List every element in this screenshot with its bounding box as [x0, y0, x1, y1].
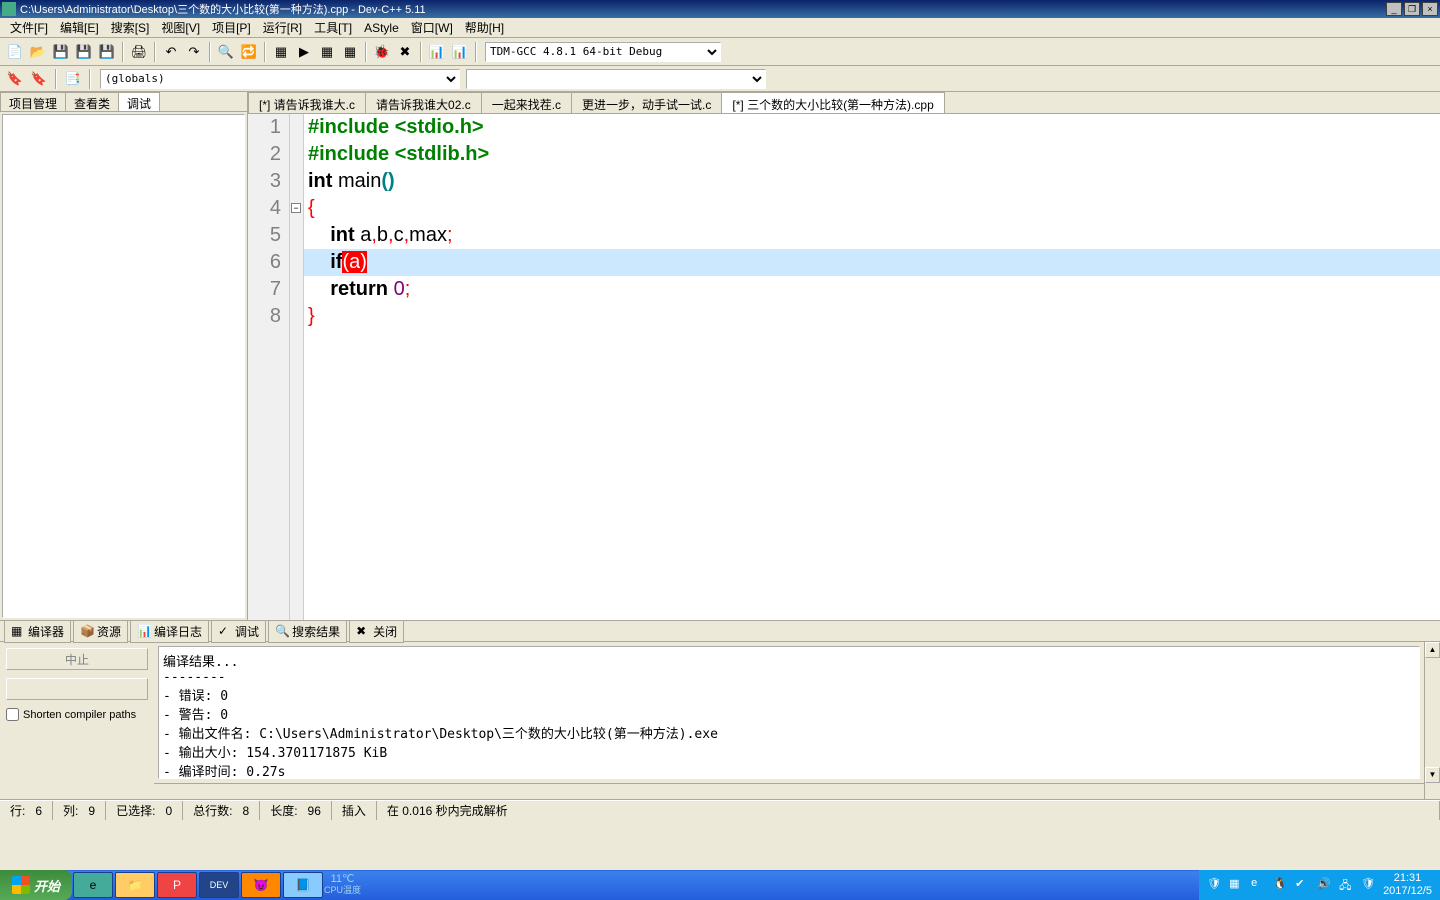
code-content[interactable]: #include <stdio.h>#include <stdlib.h>int… — [304, 114, 1440, 620]
status-bar: 行: 6 列: 9 已选择: 0 总行数: 8 长度: 96 插入 在 0.01… — [0, 800, 1440, 820]
new-file-icon[interactable]: 📄 — [4, 41, 26, 63]
left-panel-body — [2, 114, 245, 618]
maximize-button[interactable]: ❐ — [1404, 2, 1420, 16]
menu-编辑[E][interactable]: 编辑[E] — [54, 17, 105, 38]
task-devcpp[interactable]: DEV — [199, 872, 239, 898]
replace-icon[interactable]: 🔁 — [238, 41, 260, 63]
task-ie[interactable]: e — [73, 872, 113, 898]
vertical-scrollbar[interactable]: ▲ ▼ — [1424, 642, 1440, 799]
tray-shield-icon[interactable]: 🛡 — [1361, 877, 1377, 893]
menu-工具[T][interactable]: 工具[T] — [308, 17, 358, 38]
save-icon[interactable]: 💾 — [50, 41, 72, 63]
windows-logo-icon — [12, 876, 30, 894]
tray-safe-icon[interactable]: ✔ — [1295, 877, 1311, 893]
clock[interactable]: 21:312017/12/5 — [1383, 872, 1432, 898]
bottom-tabs: ▦编译器📦资源📊编译日志✓调试🔍搜索结果✖关闭 — [0, 620, 1440, 642]
bottom-tab-3[interactable]: ✓调试 — [211, 620, 266, 643]
bottom-tab-4[interactable]: 🔍搜索结果 — [268, 620, 347, 643]
save-as-icon[interactable]: 💾 — [96, 41, 118, 63]
compile-panel: 中止 Shorten compiler paths 编译结果... ------… — [0, 642, 1440, 800]
fold-toggle[interactable]: − — [291, 203, 301, 213]
menu-项目[P][interactable]: 项目[P] — [206, 17, 257, 38]
file-tab-0[interactable]: [*] 请告诉我谁大.c — [248, 92, 366, 113]
bottom-tab-5[interactable]: ✖关闭 — [349, 620, 404, 643]
start-button[interactable]: 开始 — [0, 870, 72, 900]
run-icon[interactable]: ▶ — [293, 41, 315, 63]
tray-qq-icon[interactable]: 🐧 — [1273, 877, 1289, 893]
undo-icon[interactable]: ↶ — [160, 41, 182, 63]
rebuild-icon[interactable]: ▦ — [339, 41, 361, 63]
bottom-tab-2[interactable]: 📊编译日志 — [130, 620, 209, 643]
horizontal-scrollbar[interactable] — [154, 783, 1424, 799]
toggle-bookmark-icon[interactable]: 🔖 — [28, 68, 50, 90]
tray-network-icon[interactable]: 🖧 — [1339, 877, 1355, 893]
tray-ie-icon[interactable]: e — [1251, 877, 1267, 893]
menu-窗口[W][interactable]: 窗口[W] — [405, 17, 459, 38]
tray-volume-icon[interactable]: 🔊 — [1317, 877, 1333, 893]
delete-profile-icon[interactable]: 📊 — [449, 41, 471, 63]
print-icon[interactable]: 🖨 — [128, 41, 150, 63]
cpu-temp: 11℃CPU温度 — [324, 874, 361, 896]
file-tabs: [*] 请告诉我谁大.c请告诉我谁大02.c一起来找茬.c更进一步，动手试一试.… — [248, 92, 1440, 114]
title-bar: C:\Users\Administrator\Desktop\三个数的大小比较(… — [0, 0, 1440, 18]
goto-bookmark-icon[interactable]: 🔖 — [4, 68, 26, 90]
tray-grid-icon[interactable]: ▦ — [1229, 877, 1245, 893]
tray-security-icon[interactable]: 🛡 — [1207, 877, 1223, 893]
menu-搜索[S][interactable]: 搜索[S] — [105, 17, 156, 38]
file-tab-3[interactable]: 更进一步，动手试一试.c — [571, 92, 722, 113]
task-app2[interactable]: 📘 — [283, 872, 323, 898]
menu-bar: 文件[F]编辑[E]搜索[S]视图[V]项目[P]运行[R]工具[T]AStyl… — [0, 18, 1440, 38]
stop-icon[interactable]: ✖ — [394, 41, 416, 63]
compile-run-icon[interactable]: ▦ — [316, 41, 338, 63]
menu-帮助[H][interactable]: 帮助[H] — [459, 17, 510, 38]
toolbar-main: 📄 📂 💾 💾 💾 🖨 ↶ ↷ 🔍 🔁 ▦ ▶ ▦ ▦ 🐞 ✖ 📊 📊 TDM-… — [0, 38, 1440, 66]
toolbar-secondary: 🔖 🔖 📑 (globals) — [0, 66, 1440, 92]
code-editor[interactable]: 12345678 − #include <stdio.h>#include <s… — [248, 114, 1440, 620]
abort-button[interactable]: 中止 — [6, 648, 148, 670]
goto-line-icon[interactable]: 📑 — [62, 68, 84, 90]
bottom-tab-0[interactable]: ▦编译器 — [4, 620, 71, 643]
left-panel: 项目管理查看类调试 — [0, 92, 248, 620]
line-gutter: 12345678 — [248, 114, 290, 620]
left-tab-2[interactable]: 调试 — [118, 92, 160, 111]
fold-column: − — [290, 114, 304, 620]
file-tab-4[interactable]: [*] 三个数的大小比较(第一种方法).cpp — [721, 92, 944, 113]
task-app1[interactable]: 😈 — [241, 872, 281, 898]
globals-select[interactable]: (globals) — [100, 69, 460, 89]
bottom-tab-1[interactable]: 📦资源 — [73, 620, 128, 643]
function-select[interactable] — [466, 69, 766, 89]
left-panel-tabs: 项目管理查看类调试 — [0, 92, 247, 112]
close-button[interactable]: × — [1422, 2, 1438, 16]
file-tab-1[interactable]: 请告诉我谁大02.c — [365, 92, 482, 113]
app-icon — [2, 2, 16, 16]
compile-output[interactable]: 编译结果... -------- - 错误: 0 - 警告: 0 - 输出文件名… — [158, 646, 1420, 779]
abort-button-2[interactable] — [6, 678, 148, 700]
profile-icon[interactable]: 📊 — [426, 41, 448, 63]
open-icon[interactable]: 📂 — [27, 41, 49, 63]
taskbar: 开始 e 📁 P DEV 😈 📘 11℃CPU温度 🛡 ▦ e 🐧 ✔ 🔊 🖧 … — [0, 870, 1440, 900]
file-tab-2[interactable]: 一起来找茬.c — [481, 92, 572, 113]
task-explorer[interactable]: 📁 — [115, 872, 155, 898]
shorten-paths-checkbox[interactable]: Shorten compiler paths — [6, 708, 148, 721]
task-wps[interactable]: P — [157, 872, 197, 898]
menu-视图[V][interactable]: 视图[V] — [155, 17, 206, 38]
redo-icon[interactable]: ↷ — [183, 41, 205, 63]
left-tab-0[interactable]: 项目管理 — [0, 92, 66, 111]
left-tab-1[interactable]: 查看类 — [65, 92, 119, 111]
menu-AStyle[interactable]: AStyle — [358, 19, 405, 37]
menu-运行[R][interactable]: 运行[R] — [257, 17, 308, 38]
window-title: C:\Users\Administrator\Desktop\三个数的大小比较(… — [20, 1, 426, 17]
debug-icon[interactable]: 🐞 — [371, 41, 393, 63]
minimize-button[interactable]: _ — [1386, 2, 1402, 16]
menu-文件[F][interactable]: 文件[F] — [4, 17, 54, 38]
compile-icon[interactable]: ▦ — [270, 41, 292, 63]
find-icon[interactable]: 🔍 — [215, 41, 237, 63]
compiler-select[interactable]: TDM-GCC 4.8.1 64-bit Debug — [485, 42, 721, 62]
save-all-icon[interactable]: 💾 — [73, 41, 95, 63]
system-tray: 🛡 ▦ e 🐧 ✔ 🔊 🖧 🛡 21:312017/12/5 — [1199, 870, 1440, 900]
